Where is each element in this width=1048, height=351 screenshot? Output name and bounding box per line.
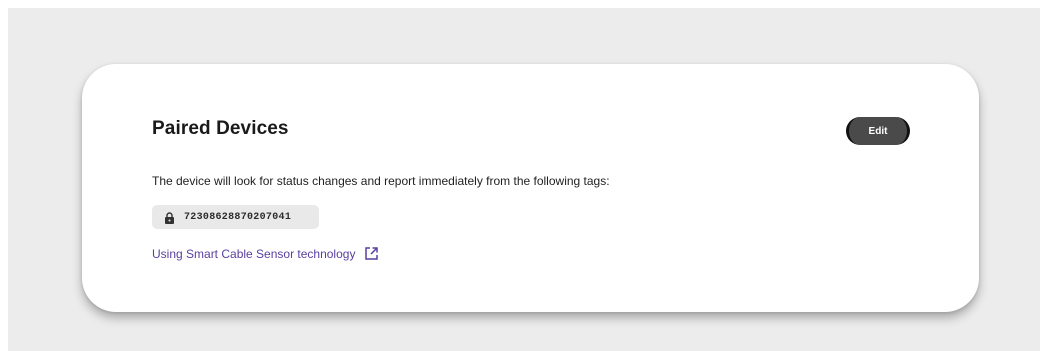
link-label[interactable]: Using Smart Cable Sensor technology xyxy=(152,247,355,261)
device-tag: 72308628870207041 xyxy=(152,205,319,229)
paired-devices-card: Paired Devices Edit The device will look… xyxy=(82,64,979,312)
card-title: Paired Devices xyxy=(152,118,289,139)
device-tag-id: 72308628870207041 xyxy=(184,211,292,223)
lock-icon xyxy=(164,211,175,224)
card-description: The device will look for status changes … xyxy=(152,174,610,188)
external-link-icon[interactable] xyxy=(364,246,379,261)
smart-cable-sensor-link[interactable]: Using Smart Cable Sensor technology xyxy=(152,246,379,261)
edit-button[interactable]: Edit xyxy=(846,117,910,145)
